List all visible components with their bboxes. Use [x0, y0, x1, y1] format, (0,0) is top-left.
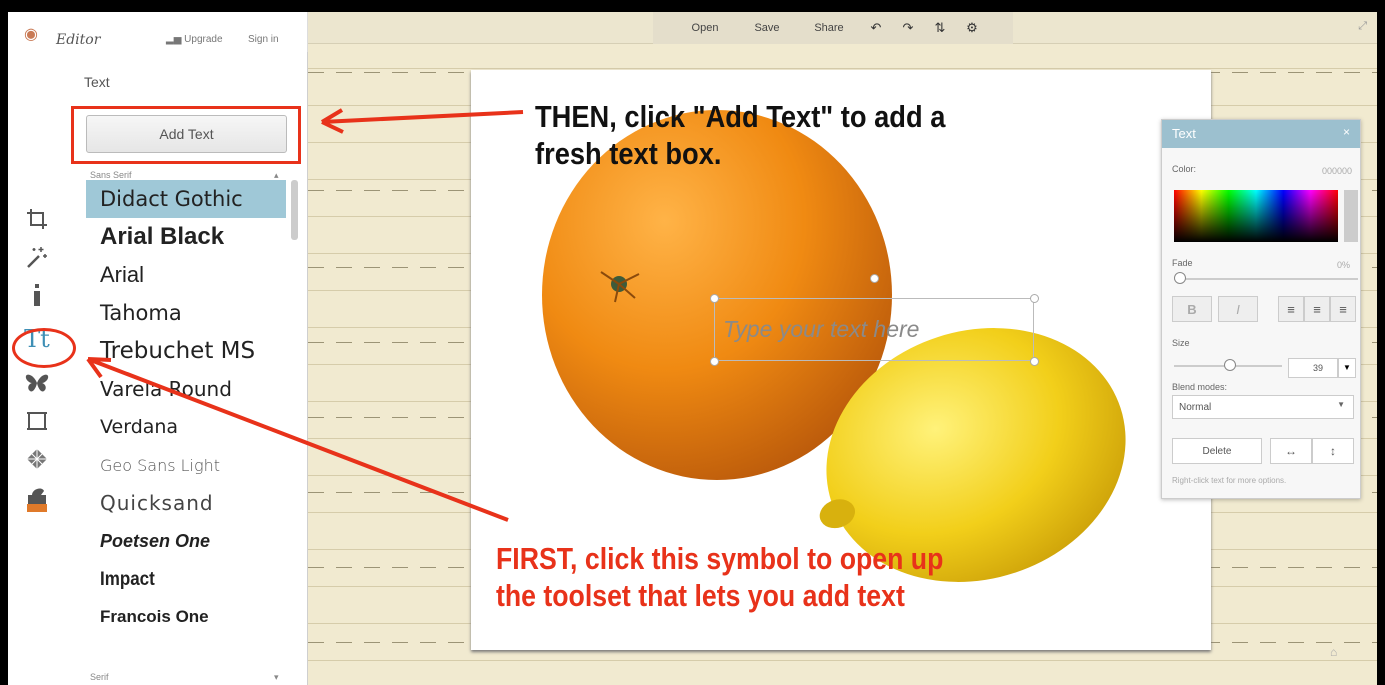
overlay-butterfly-icon[interactable]	[22, 368, 52, 398]
color-label: Color:	[1172, 164, 1197, 174]
seasonal-icon[interactable]	[22, 484, 52, 514]
color-brightness-slider[interactable]	[1344, 190, 1358, 242]
frame-icon[interactable]	[22, 406, 52, 436]
font-item-trebuchet-ms[interactable]: Trebuchet MS	[86, 332, 286, 370]
compare-icon[interactable]: ⇅	[929, 20, 951, 36]
redo-icon[interactable]: ↷	[897, 20, 919, 36]
align-right-icon[interactable]: ≡	[1330, 296, 1356, 322]
touch-up-brush-icon[interactable]	[22, 280, 52, 310]
size-label: Size	[1172, 338, 1190, 348]
font-item-poetsen-one[interactable]: Poetsen One	[86, 522, 286, 560]
panel-title: Text	[84, 74, 110, 90]
undo-icon[interactable]: ↶	[865, 20, 887, 36]
font-item-quicksand[interactable]: Quicksand	[86, 484, 286, 522]
save-button[interactable]: Save	[741, 22, 793, 34]
align-center-icon[interactable]: ≡	[1304, 296, 1330, 322]
size-input[interactable]: 39	[1288, 358, 1338, 378]
font-item-francois-one[interactable]: Francois One	[86, 598, 286, 636]
size-dropdown-icon[interactable]: ▼	[1338, 358, 1356, 378]
effects-wand-icon[interactable]	[22, 242, 52, 272]
logo-bar: ◉ Editor ▂▅ Upgrade Sign in	[8, 12, 308, 52]
bar-chart-icon: ▂▅	[166, 34, 185, 45]
logo-text: Editor	[56, 32, 101, 48]
font-item-impact[interactable]: Impact	[86, 557, 286, 601]
highlight-circle-text-tool	[12, 328, 76, 368]
italic-button[interactable]: I	[1218, 296, 1258, 322]
editor-app: Open Save Share ↶ ↷ ⇅ ⚙ ⤢ ◉ Editor ▂▅ Up…	[8, 12, 1377, 685]
fullscreen-icon[interactable]: ⤢	[1358, 20, 1367, 33]
bold-button[interactable]: B	[1172, 296, 1212, 322]
font-item-tahoma[interactable]: Tahoma	[86, 294, 286, 332]
font-item-arial-black[interactable]: Arial Black	[86, 218, 286, 256]
font-list-scrollbar[interactable]	[291, 180, 298, 240]
chevron-down-icon[interactable]: ▾	[274, 672, 279, 683]
properties-header: Text ×	[1162, 120, 1360, 148]
font-category-serif[interactable]: Serif	[90, 672, 109, 682]
fade-value: 0%	[1336, 260, 1350, 270]
texture-icon[interactable]	[22, 444, 52, 474]
open-button[interactable]: Open	[679, 22, 731, 34]
upgrade-link[interactable]: ▂▅ Upgrade	[166, 34, 223, 45]
text-properties-panel: Text × Color: 000000 Fade 0% B I ≡ ≡ ≡ S…	[1161, 119, 1361, 499]
settings-icon[interactable]: ⚙	[961, 20, 983, 36]
context-hint: Right-click text for more options.	[1172, 476, 1287, 485]
canvas-text-box[interactable]: Type your text here	[714, 298, 1034, 361]
resize-handle[interactable]	[1030, 357, 1039, 366]
flip-horizontal-icon[interactable]: ↔	[1270, 438, 1312, 464]
top-bar: Open Save Share ↶ ↷ ⇅ ⚙ ⤢	[308, 12, 1377, 44]
size-slider-knob[interactable]	[1224, 359, 1236, 371]
text-placeholder: Type your text here	[723, 316, 920, 342]
annotation-then: THEN, click "Add Text" to add a fresh te…	[535, 98, 945, 172]
annotation-first-line1: FIRST, click this symbol to open up	[496, 541, 944, 576]
resize-handle[interactable]	[1030, 294, 1039, 303]
close-icon[interactable]: ×	[1343, 125, 1350, 139]
blend-modes-label: Blend modes:	[1172, 382, 1228, 392]
font-item-arial[interactable]: Arial	[86, 256, 286, 294]
annotation-first-line2: the toolset that lets you add text	[496, 578, 905, 614]
color-value: 000000	[1321, 166, 1352, 176]
resize-handle[interactable]	[710, 294, 719, 303]
blend-mode-select[interactable]: Normal ▼	[1172, 395, 1354, 419]
font-item-varela-round[interactable]: Varela Round	[86, 370, 286, 408]
tool-sidebar: Tt	[8, 52, 66, 685]
rotate-handle[interactable]	[870, 274, 879, 283]
fade-slider-track[interactable]	[1174, 278, 1358, 280]
crop-icon[interactable]	[22, 204, 52, 234]
align-left-icon[interactable]: ≡	[1278, 296, 1304, 322]
chevron-down-icon: ▼	[1337, 400, 1345, 409]
resize-handle[interactable]	[710, 357, 719, 366]
properties-title: Text	[1172, 126, 1196, 141]
color-spectrum-picker[interactable]	[1174, 190, 1338, 242]
font-item-geo-sans-light[interactable]: Geo Sans Light	[86, 446, 286, 484]
delete-button[interactable]: Delete	[1172, 438, 1262, 464]
annotation-then-line2: fresh text box.	[535, 136, 722, 172]
canvas-corner-icon[interactable]: ⌂	[1330, 645, 1337, 659]
font-category-sans-serif[interactable]: Sans Serif	[90, 170, 132, 180]
main-menu: Open Save Share ↶ ↷ ⇅ ⚙	[653, 12, 1013, 44]
share-button[interactable]: Share	[803, 22, 855, 34]
font-list: Didact Gothic Arial Black Arial Tahoma T…	[86, 180, 286, 660]
upgrade-label: Upgrade	[184, 34, 223, 45]
sign-in-link[interactable]: Sign in	[248, 34, 279, 45]
fade-slider-knob[interactable]	[1174, 272, 1186, 284]
font-item-didact-gothic[interactable]: Didact Gothic	[86, 180, 286, 218]
blend-mode-value: Normal	[1179, 402, 1212, 413]
highlight-box-add-text	[71, 106, 301, 164]
flip-vertical-icon[interactable]: ↕	[1312, 438, 1354, 464]
annotation-then-line1: THEN, click "Add Text" to add a	[535, 99, 946, 134]
annotation-first: FIRST, click this symbol to open up the …	[496, 540, 943, 614]
font-item-verdana[interactable]: Verdana	[86, 408, 286, 446]
fade-label: Fade	[1172, 258, 1193, 268]
logo-eye-icon: ◉	[24, 26, 38, 43]
